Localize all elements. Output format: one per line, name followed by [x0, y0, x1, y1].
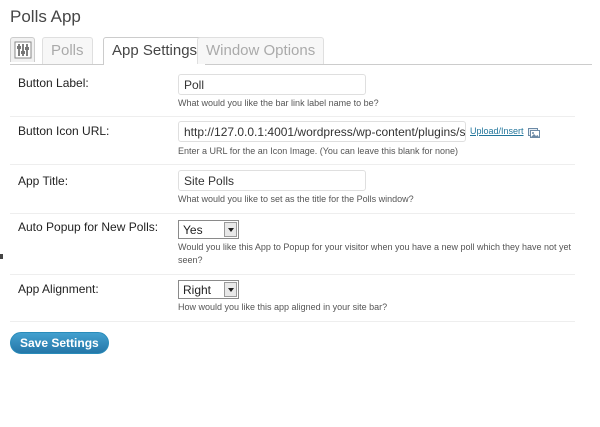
button-icon-url-label: Button Icon URL:	[18, 124, 110, 138]
auto-popup-value: Yes	[183, 223, 203, 237]
app-alignment-value: Right	[183, 283, 212, 297]
media-upload-icon[interactable]	[528, 125, 540, 143]
auto-popup-label: Auto Popup for New Polls:	[18, 220, 159, 234]
chevron-down-icon[interactable]	[224, 222, 237, 237]
button-label-input[interactable]: Poll	[178, 74, 366, 95]
tab-bar: Polls App Settings Window Options	[10, 37, 592, 65]
button-icon-url-help: Enter a URL for the an Icon Image. (You …	[178, 146, 458, 156]
tab-polls[interactable]: Polls	[42, 37, 93, 64]
tab-app-settings[interactable]: App Settings	[103, 37, 207, 65]
app-alignment-select[interactable]: Right	[178, 280, 239, 299]
button-icon-url-input[interactable]: http://127.0.0.1:4001/wordpress/wp-conte…	[178, 121, 466, 142]
row-app-alignment: App Alignment:	[10, 274, 575, 322]
app-title-label: App Title:	[18, 174, 69, 188]
tab-window-options[interactable]: Window Options	[197, 37, 325, 64]
auto-popup-help-line1: Would you like this App to Popup for you…	[178, 242, 572, 252]
app-alignment-help: How would you like this app aligned in y…	[178, 302, 388, 312]
button-label-label: Button Label:	[18, 76, 89, 90]
app-alignment-label: App Alignment:	[18, 282, 99, 296]
upload-insert-link[interactable]: Upload/Insert	[470, 126, 524, 136]
page-title: Polls App	[10, 7, 81, 26]
save-settings-button[interactable]: Save Settings	[10, 332, 109, 354]
settings-icon[interactable]	[10, 37, 35, 62]
auto-popup-help-line2: seen?	[178, 255, 203, 265]
app-title-input[interactable]: Site Polls	[178, 170, 366, 191]
scroll-marker	[0, 254, 3, 259]
button-label-help: What would you like the bar link label n…	[178, 98, 379, 108]
app-title-help: What would you like to set as the title …	[178, 194, 414, 204]
auto-popup-select[interactable]: Yes	[178, 220, 239, 239]
chevron-down-icon[interactable]	[224, 282, 237, 297]
